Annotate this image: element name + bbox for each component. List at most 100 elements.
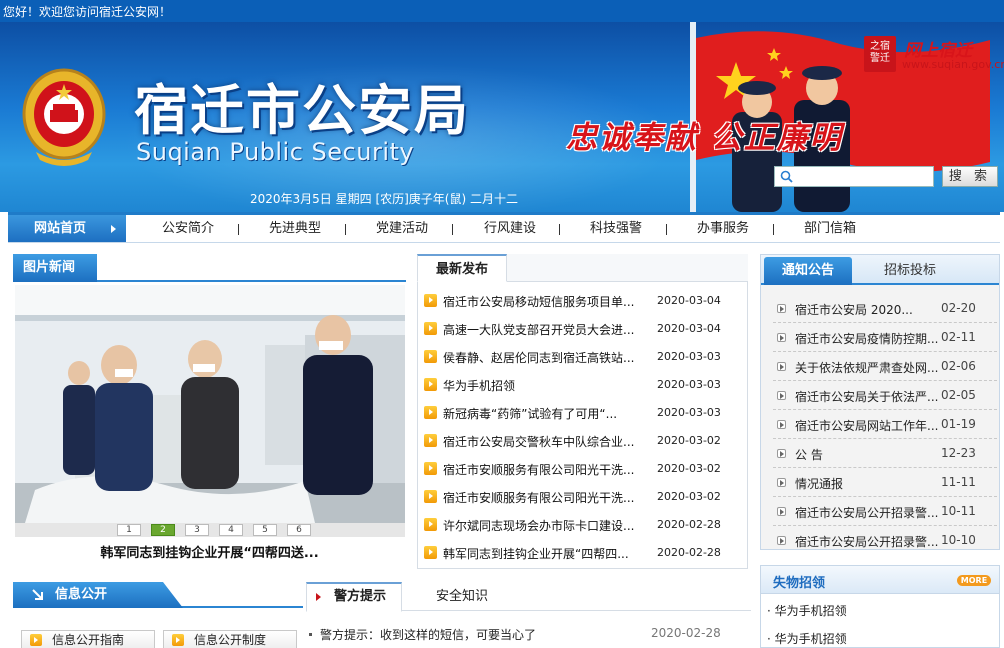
- arrow-bullet-icon: [424, 490, 437, 503]
- notice-title[interactable]: 宿迁市公安局公开招录警...: [795, 504, 941, 521]
- news-title[interactable]: 新冠病毒“药筛”试验有了可用“...: [443, 405, 643, 422]
- notice-date: 02-06: [941, 359, 976, 373]
- notice-title[interactable]: 公 告: [795, 446, 941, 463]
- news-title[interactable]: 宿迁市公安局交警秋车中队综合业...: [443, 433, 643, 450]
- notice-title[interactable]: 宿迁市公安局疫情防控期...: [795, 330, 941, 347]
- arrow-bullet-icon: [424, 546, 437, 559]
- list-item[interactable]: 宿迁市安顺服务有限公司阳光干洗... 2020-03-02: [424, 455, 742, 483]
- photo-news-header: 图片新闻: [13, 254, 406, 282]
- notice-date: 01-19: [941, 417, 976, 431]
- alert-title[interactable]: 警方提示：收到这样的短信，可要当心了: [320, 626, 536, 643]
- list-item[interactable]: 宿迁市公安局网站工作年... 01-19: [773, 410, 997, 439]
- pager-item-2[interactable]: 2: [151, 524, 175, 536]
- lost-found-item[interactable]: · 华为手机招领: [767, 602, 847, 619]
- pager-item-4[interactable]: 4: [219, 524, 243, 536]
- arrow-bullet-icon: [172, 634, 184, 646]
- info-public-header: 信息公开: [13, 582, 303, 608]
- more-button[interactable]: MORE: [957, 575, 991, 586]
- nav-separator: [452, 224, 453, 235]
- arrow-bullet-icon: [30, 634, 42, 646]
- info-guide-button[interactable]: 信息公开指南: [21, 630, 155, 648]
- info-policy-button[interactable]: 信息公开制度: [163, 630, 297, 648]
- news-date: 2020-03-04: [657, 322, 721, 335]
- arrow-bullet-icon: [777, 333, 786, 342]
- slogan: 忠诚奉献 公正廉明: [566, 120, 843, 156]
- list-item[interactable]: 新冠病毒“药筛”试验有了可用“... 2020-03-03: [424, 399, 742, 427]
- list-item[interactable]: 宿迁市公安局移动短信服务项目单... 2020-03-04: [424, 287, 742, 315]
- news-title[interactable]: 韩军同志到挂钩企业开展“四帮四...: [443, 545, 643, 562]
- news-title[interactable]: 高速一大队党支部召开党员大会进...: [443, 321, 643, 338]
- tab-safety-knowledge[interactable]: 安全知识: [436, 582, 526, 611]
- lost-found-item[interactable]: · 华为手机招领: [767, 630, 847, 647]
- list-item[interactable]: 关于依法依规严肃查处网... 02-06: [773, 352, 997, 381]
- notice-tabbar: 通知公告 招标投标: [761, 255, 999, 285]
- news-date: 2020-03-04: [657, 294, 721, 307]
- site-title-english: Suqian Public Security: [136, 138, 415, 166]
- news-title[interactable]: 华为手机招领: [443, 377, 643, 394]
- list-item[interactable]: 宿迁市公安局 2020... 02-20: [773, 294, 997, 323]
- news-title[interactable]: 宿迁市安顺服务有限公司阳光干洗...: [443, 489, 643, 506]
- news-title[interactable]: 宿迁市公安局移动短信服务项目单...: [443, 293, 643, 310]
- notice-title[interactable]: 宿迁市公安局 2020...: [795, 301, 941, 318]
- news-title[interactable]: 许尔斌同志现场会办市际卡口建设...: [443, 517, 643, 534]
- nav-item-conduct[interactable]: 行风建设: [484, 215, 536, 242]
- list-item[interactable]: 华为手机招领 2020-03-03: [424, 371, 742, 399]
- notice-title[interactable]: 情况通报: [795, 475, 941, 492]
- online-suqian-brand[interactable]: 之宿 警迁 网上宿迁 www.suqian.gov.cn: [864, 36, 1004, 78]
- pager-item-6[interactable]: 6: [287, 524, 311, 536]
- photo-caption-link[interactable]: 韩军同志到挂钩企业开展“四帮四送...: [13, 542, 406, 561]
- list-item[interactable]: 宿迁市安顺服务有限公司阳光干洗... 2020-03-02: [424, 483, 742, 511]
- notice-title[interactable]: 关于依法依规严肃查处网...: [795, 359, 941, 376]
- pager-item-5[interactable]: 5: [253, 524, 277, 536]
- nav-item-party[interactable]: 党建活动: [376, 215, 428, 242]
- tab-police-tips[interactable]: 警方提示: [306, 582, 402, 612]
- list-item[interactable]: 警方提示：收到这样的短信，可要当心了 2020-02-28: [306, 626, 736, 644]
- list-item[interactable]: 高速一大队党支部召开党员大会进... 2020-03-04: [424, 315, 742, 343]
- tab-notices[interactable]: 通知公告: [764, 257, 852, 285]
- news-photo[interactable]: [15, 285, 405, 523]
- tab-tenders[interactable]: 招标投标: [865, 257, 955, 285]
- nav-item-home[interactable]: 网站首页: [8, 215, 126, 242]
- current-date: 2020年3月5日 星期四 [农历]庚子年(鼠) 二月十二: [250, 192, 518, 206]
- news-date: 2020-03-02: [657, 462, 721, 475]
- nav-item-services[interactable]: 办事服务: [697, 215, 749, 242]
- arrow-bullet-icon: [777, 507, 786, 516]
- list-item[interactable]: 宿迁市公安局疫情防控期... 02-11: [773, 323, 997, 352]
- notice-date: 12-23: [941, 446, 976, 460]
- info-guide-label: 信息公开指南: [52, 633, 125, 647]
- news-title[interactable]: 侯春静、赵居伦同志到宿迁高铁站...: [443, 349, 643, 366]
- notice-title[interactable]: 宿迁市公安局关于依法严...: [795, 388, 941, 405]
- list-item[interactable]: 侯春静、赵居伦同志到宿迁高铁站... 2020-03-03: [424, 343, 742, 371]
- notice-panel: 通知公告 招标投标 宿迁市公安局 2020... 02-20 宿迁市公安局疫情防控…: [760, 254, 1000, 550]
- list-item[interactable]: 宿迁市公安局交警秋车中队综合业... 2020-03-02: [424, 427, 742, 455]
- search-input[interactable]: [774, 166, 934, 187]
- notice-title[interactable]: 宿迁市公安局公开招录警...: [795, 533, 941, 550]
- list-item[interactable]: 韩军同志到挂钩企业开展“四帮四... 2020-02-28: [424, 539, 742, 567]
- arrow-bullet-icon: [777, 420, 786, 429]
- arrow-bullet-icon: [777, 391, 786, 400]
- nav-separator: [666, 224, 667, 235]
- notice-title[interactable]: 宿迁市公安局网站工作年...: [795, 417, 941, 434]
- list-item[interactable]: 许尔斌同志现场会办市际卡口建设... 2020-02-28: [424, 511, 742, 539]
- police-tips-tabbar: 警方提示 安全知识: [306, 582, 751, 612]
- nav-item-about[interactable]: 公安简介: [162, 215, 214, 242]
- pager-item-3[interactable]: 3: [185, 524, 209, 536]
- nav-item-mailbox[interactable]: 部门信箱: [804, 215, 856, 242]
- arrow-bullet-icon: [424, 294, 437, 307]
- nav-item-models[interactable]: 先进典型: [269, 215, 321, 242]
- nav-item-tech[interactable]: 科技强警: [590, 215, 642, 242]
- news-title[interactable]: 宿迁市安顺服务有限公司阳光干洗...: [443, 461, 643, 478]
- search-button[interactable]: 搜 索: [942, 166, 998, 187]
- arrow-bullet-icon: [424, 322, 437, 335]
- tab-latest[interactable]: 最新发布: [417, 254, 508, 282]
- nav-separator: [238, 224, 239, 235]
- list-item[interactable]: 宿迁市公安局公开招录警... 10-11: [773, 497, 997, 526]
- arrow-bullet-icon: [424, 378, 437, 391]
- pager-item-1[interactable]: 1: [117, 524, 141, 536]
- list-item[interactable]: 宿迁市公安局公开招录警... 10-10: [773, 526, 997, 555]
- list-item[interactable]: 情况通报 11-11: [773, 468, 997, 497]
- arrow-bullet-icon: [424, 350, 437, 363]
- arrow-bullet-icon: [777, 536, 786, 545]
- list-item[interactable]: 宿迁市公安局关于依法严... 02-05: [773, 381, 997, 410]
- list-item[interactable]: 公 告 12-23: [773, 439, 997, 468]
